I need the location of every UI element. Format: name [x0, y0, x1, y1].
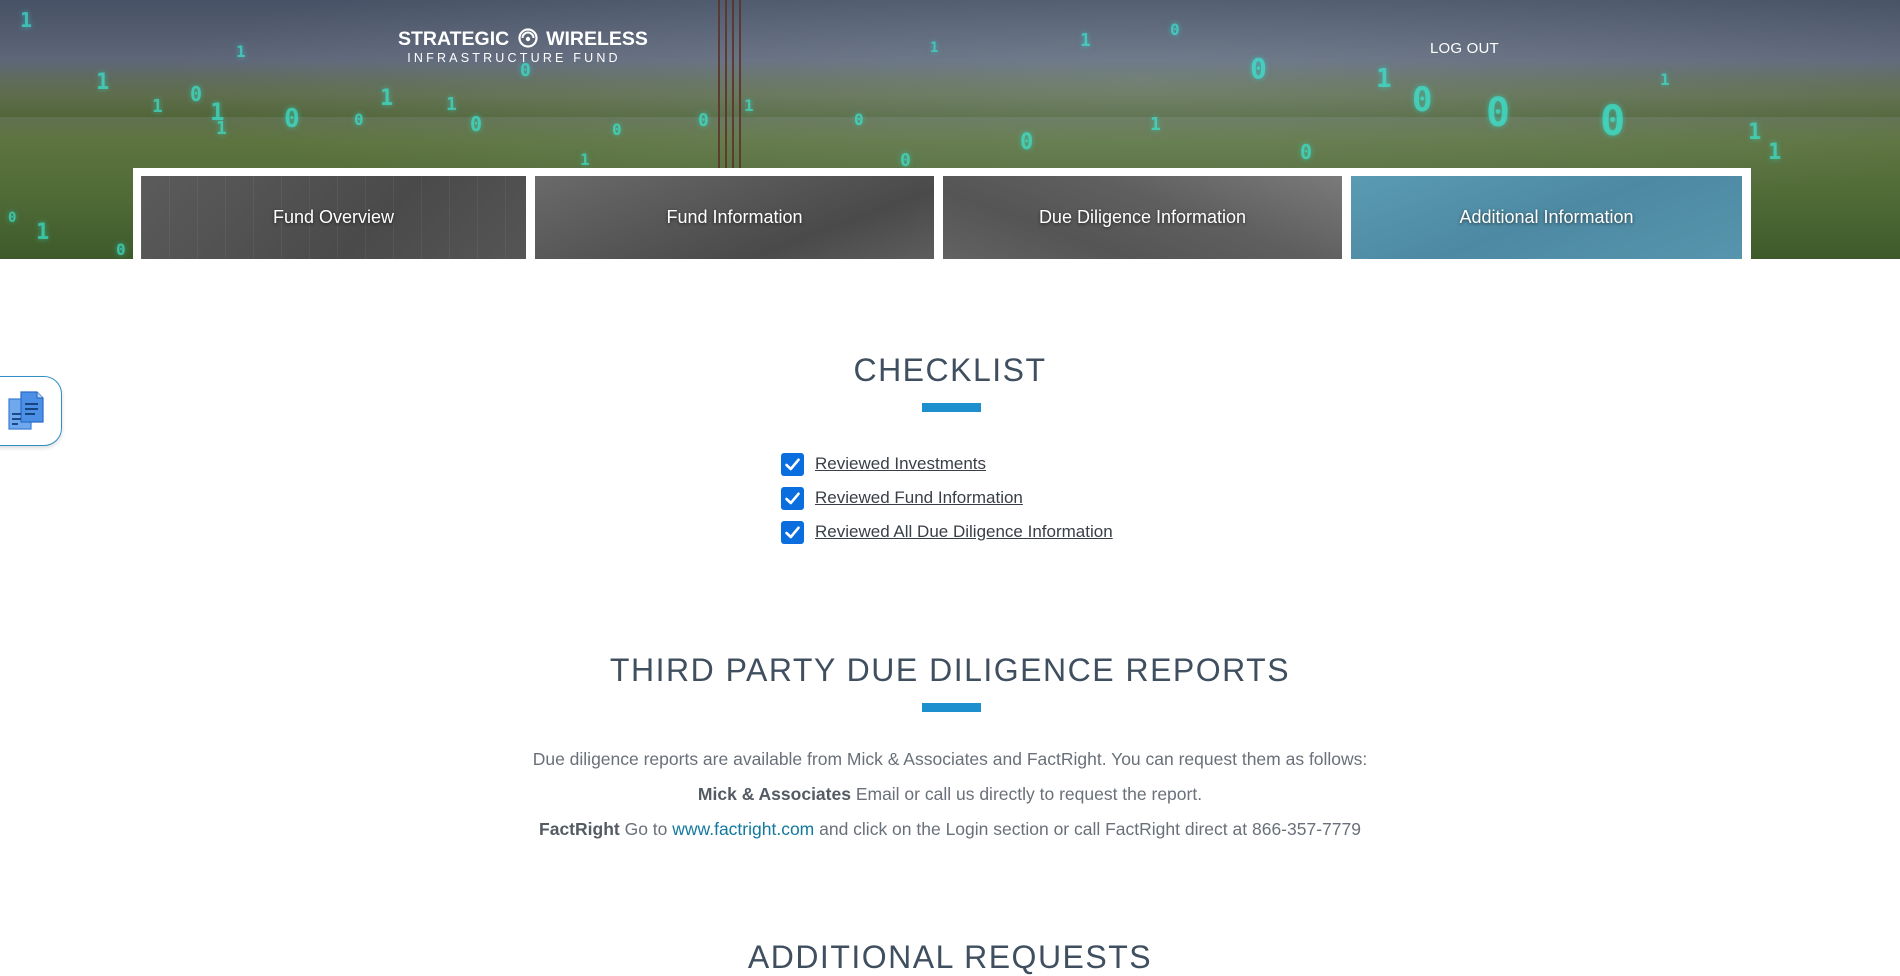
reports-mick-line: Mick & Associates Email or call us direc… — [0, 784, 1900, 805]
checklist-item-label[interactable]: Reviewed Fund Information — [815, 488, 1023, 508]
checkmark-icon — [785, 526, 800, 538]
factright-name: FactRight — [539, 819, 620, 839]
checklist-item-reviewed-fund-information: Reviewed Fund Information — [781, 485, 1023, 511]
brand-logo-line2: INFRASTRUCTURE FUND — [407, 51, 621, 65]
mick-associates-text: Email or call us directly to request the… — [850, 784, 1203, 804]
checklist-item-reviewed-due-diligence: Reviewed All Due Diligence Information — [781, 519, 1113, 545]
reports-title: THIRD PARTY DUE DILIGENCE REPORTS — [609, 652, 1291, 688]
reports-factright-line: FactRight Go to www.factright.com and cl… — [0, 819, 1900, 840]
logout-link[interactable]: LOG OUT — [1430, 40, 1499, 57]
tab-additional-information-label: Additional Information — [1459, 207, 1634, 227]
brand-logo-line1: STRATEGIC WIRELESS — [398, 28, 648, 50]
factright-text-pre: Go to — [619, 819, 673, 839]
documents-icon — [8, 391, 44, 430]
checklist-title: CHECKLIST — [853, 352, 1047, 388]
checklist-title-underline — [922, 403, 981, 412]
reports-intro-text: Due diligence reports are available from… — [532, 749, 1368, 769]
tab-additional-information[interactable]: Additional Information — [1351, 176, 1742, 259]
tab-fund-overview-label: Fund Overview — [272, 207, 395, 227]
reports-title-underline — [922, 703, 981, 712]
checkmark-icon — [785, 492, 800, 504]
factright-text-post: and click on the Login section or call F… — [814, 819, 1361, 839]
tab-fund-information-label: Fund Information — [666, 207, 803, 227]
brand-word-wireless: WIRELESS — [546, 28, 648, 50]
checklist-item-label[interactable]: Reviewed All Due Diligence Information — [815, 522, 1113, 542]
checkbox-reviewed-fund-information[interactable] — [781, 486, 804, 510]
tab-fund-information[interactable]: Fund Information — [535, 176, 934, 259]
checkbox-reviewed-due-diligence[interactable] — [781, 520, 804, 544]
brand-word-strategic: STRATEGIC — [398, 28, 510, 50]
wireless-signal-icon — [518, 28, 538, 48]
hero-tower-image — [718, 0, 744, 170]
additional-requests-title: ADDITIONAL REQUESTS — [747, 939, 1153, 975]
mick-associates-name: Mick & Associates — [697, 784, 851, 804]
tab-due-diligence-label: Due Diligence Information — [1038, 207, 1247, 227]
factright-link[interactable]: www.factright.com — [672, 819, 814, 839]
checklist-item-reviewed-investments: Reviewed Investments — [781, 451, 986, 477]
checkmark-icon — [785, 458, 800, 470]
tab-fund-overview[interactable]: Fund Overview — [141, 176, 526, 259]
checklist-item-label[interactable]: Reviewed Investments — [815, 454, 986, 474]
brand-logo[interactable]: STRATEGIC WIRELESS INFRASTRUCTURE FUND — [398, 28, 648, 66]
checkbox-reviewed-investments[interactable] — [781, 452, 804, 476]
tab-due-diligence-information[interactable]: Due Diligence Information — [943, 176, 1342, 259]
